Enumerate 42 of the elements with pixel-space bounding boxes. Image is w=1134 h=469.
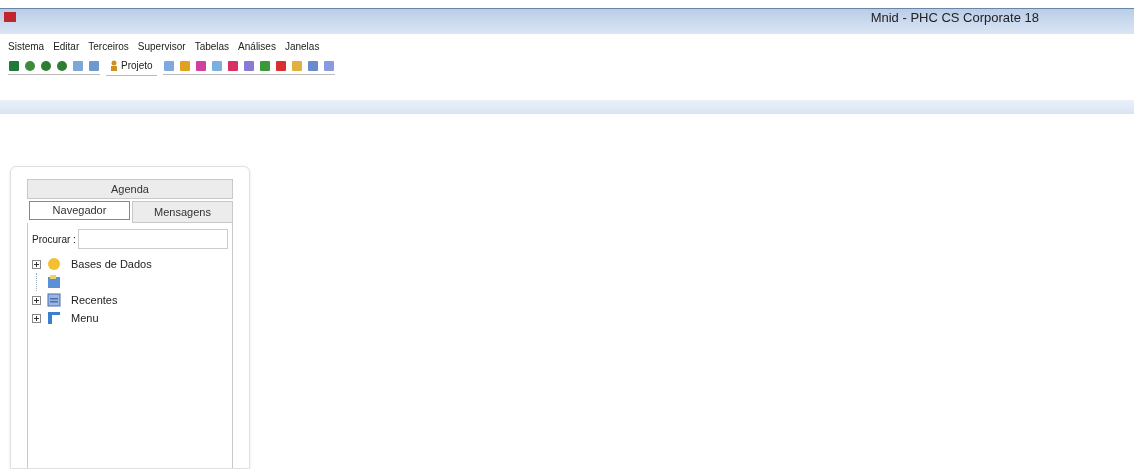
toolbar-icon[interactable] [24, 59, 36, 72]
menu-bar-entry[interactable]: Terceiros [88, 38, 129, 54]
panel-header: Agenda [27, 179, 233, 199]
toolbar-icon[interactable] [72, 59, 84, 72]
tree-item[interactable]: Bases de Dados [71, 255, 152, 273]
tab[interactable]: Mensagens [132, 201, 233, 223]
toolbar-icon[interactable] [178, 59, 191, 72]
folder-icon [47, 275, 61, 289]
toolbar-icon[interactable] [40, 59, 52, 72]
expand-icon[interactable] [32, 313, 41, 323]
menu-bar-entry[interactable]: Janelas [284, 38, 320, 54]
toolbar-icon[interactable] [258, 59, 271, 72]
toolbar-icon[interactable] [8, 59, 20, 72]
menu-bar-entry[interactable]: Editar [53, 38, 80, 54]
menu-bar-entry[interactable]: Supervisor [137, 38, 186, 54]
toolbar-icon[interactable] [242, 59, 255, 72]
toolbar-icon[interactable] [56, 59, 68, 72]
menu-bar-entry[interactable]: Análises [238, 38, 276, 54]
person-icon [110, 60, 118, 71]
project-button[interactable]: Projeto [106, 58, 157, 76]
search-label: Procurar : [32, 232, 76, 247]
expand-icon[interactable] [32, 259, 41, 269]
app-logo-icon [4, 11, 16, 22]
search-field[interactable] [77, 229, 228, 249]
toolbar-icon[interactable] [194, 59, 207, 72]
expand-icon[interactable] [32, 295, 41, 305]
toolbar-icon[interactable] [274, 59, 287, 72]
menu-bar-entry[interactable]: Tabelas [194, 38, 230, 54]
toolbar-icon[interactable] [226, 59, 239, 72]
menu-bar-entry[interactable]: Sistema [8, 38, 45, 54]
tree-item[interactable]: Menu [71, 309, 99, 327]
toolbar-icon[interactable] [88, 59, 100, 72]
toolbar-icon[interactable] [322, 59, 335, 72]
window-title: Mnid - PHC CS Corporate 18 [870, 8, 1039, 27]
toolbar-icon[interactable] [210, 59, 223, 72]
menu-icon [47, 311, 61, 325]
toolbar-icon[interactable] [162, 59, 175, 72]
tree-item[interactable]: Recentes [71, 291, 118, 309]
list-icon [47, 293, 61, 307]
toolbar-icon[interactable] [306, 59, 319, 72]
tab[interactable]: Navegador [29, 201, 130, 220]
ball-icon [47, 257, 61, 271]
